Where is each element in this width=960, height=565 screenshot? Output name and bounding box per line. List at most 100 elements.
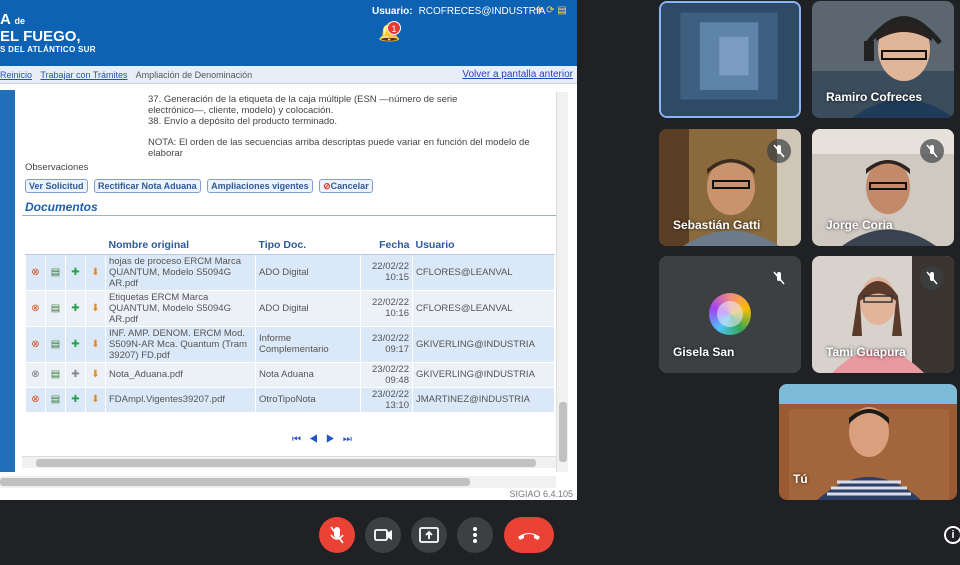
first-page-icon[interactable]: ⏮	[292, 434, 309, 445]
delete-icon[interactable]: ⊗	[31, 339, 39, 350]
header-usuario[interactable]: Usuario	[412, 236, 555, 255]
mic-off-icon	[330, 526, 344, 544]
cell-usuario: CFLORES@LEANVAL	[412, 289, 555, 327]
header-fecha[interactable]: Fecha	[360, 236, 413, 255]
ampliaciones-vigentes-button[interactable]: Ampliaciones vigentes	[207, 179, 313, 193]
view-document-icon[interactable]: ▤	[51, 394, 60, 405]
participant-tile-preview[interactable]	[659, 1, 801, 118]
prev-page-icon[interactable]: ◀	[309, 434, 326, 445]
cell-tipo: Nota Aduana	[255, 361, 361, 388]
notification-badge: 1	[387, 21, 401, 35]
cell-nombre[interactable]: INF. AMP. DENOM. ERCM Mod. S509N-AR Mca.…	[105, 325, 256, 363]
cell-usuario: CFLORES@LEANVAL	[412, 253, 555, 291]
view-document-icon[interactable]: ▤	[51, 369, 60, 380]
toggle-mic-button[interactable]	[319, 517, 355, 553]
table-row: ⊗ ▤ ✚ ⬇ Etiquetas ERCM Marca QUANTUM, Mo…	[25, 289, 555, 327]
table-row: ⊗ ▤ ✚ ⬇ FDAmpl.Vigentes39207.pdf OtroTip…	[25, 386, 555, 413]
more-options-button[interactable]	[457, 517, 493, 553]
view-document-icon[interactable]: ▤	[51, 303, 60, 314]
delete-icon[interactable]: ⊗	[31, 267, 39, 278]
cell-fecha: 23/02/22 09:17	[360, 325, 413, 363]
participant-tile-self[interactable]: Tú	[779, 384, 957, 500]
end-call-button[interactable]	[504, 517, 554, 553]
upload-icon[interactable]: ✚	[71, 267, 79, 278]
delete-icon[interactable]: ⊗	[31, 369, 39, 380]
cell-tipo: ADO Digital	[255, 289, 361, 327]
ver-solicitud-button[interactable]: Ver Solicitud	[25, 179, 88, 193]
cancelar-button[interactable]: ⊘Cancelar	[319, 179, 373, 193]
breadcrumb-reinicio[interactable]: Reinicio	[0, 70, 32, 80]
table-header-row: Nombre original Tipo Doc. Fecha Usuario	[25, 236, 555, 255]
participant-tile-gisela[interactable]: Gisela San	[659, 256, 801, 373]
mic-off-icon	[767, 266, 791, 290]
cell-nombre[interactable]: Etiquetas ERCM Marca QUANTUM, Modelo S50…	[105, 289, 256, 327]
last-page-icon[interactable]: ⏭	[343, 434, 360, 445]
participant-name: Tami Guapura	[826, 345, 906, 359]
delete-icon[interactable]: ⊗	[31, 303, 39, 314]
info-icon[interactable]: i	[944, 526, 960, 544]
table-row: ⊗ ▤ ✚ ⬇ hojas de proceso ERCM Marca QUAN…	[25, 253, 555, 291]
page-horizontal-scrollbar[interactable]	[0, 476, 556, 488]
horizontal-scrollbar[interactable]	[22, 456, 556, 468]
cell-tipo: ADO Digital	[255, 253, 361, 291]
app-version: SIGIAO 6.4.105	[509, 489, 573, 499]
pagination: ⏮◀▶⏭	[292, 434, 360, 445]
cell-nombre[interactable]: Nota_Aduana.pdf	[105, 361, 256, 388]
cell-fecha: 22/02/22 10:16	[360, 289, 413, 327]
delete-icon[interactable]: ⊗	[31, 394, 39, 405]
participant-name: Tú	[793, 472, 808, 486]
participant-tile-ramiro[interactable]: Ramiro Cofreces	[812, 1, 954, 118]
logo: A de EL FUEGO, S DEL ATLÁNTICO SUR	[0, 11, 96, 55]
table-row: ⊗ ▤ ✚ ⬇ INF. AMP. DENOM. ERCM Mod. S509N…	[25, 325, 555, 363]
app-header: A de EL FUEGO, S DEL ATLÁNTICO SUR Usuar…	[0, 0, 577, 66]
user-tools-icons[interactable]: ✈ ⟳ ▤	[535, 5, 567, 16]
mic-off-icon	[920, 139, 944, 163]
upload-icon[interactable]: ✚	[71, 339, 79, 350]
end-call-icon	[518, 533, 540, 540]
header-nombre[interactable]: Nombre original	[105, 236, 256, 255]
cell-nombre[interactable]: hojas de proceso ERCM Marca QUANTUM, Mod…	[105, 253, 256, 291]
participant-name: Ramiro Cofreces	[826, 90, 923, 104]
toggle-camera-button[interactable]	[365, 517, 401, 553]
observaciones-label: Observaciones	[25, 162, 89, 173]
breadcrumb-tramites[interactable]: Trabajar con Trámites	[40, 70, 127, 80]
upload-icon[interactable]: ✚	[71, 394, 79, 405]
download-icon[interactable]: ⬇	[91, 339, 99, 350]
avatar	[709, 293, 751, 335]
documents-divider	[22, 215, 556, 216]
header-tipo[interactable]: Tipo Doc.	[255, 236, 361, 255]
meet-window: A de EL FUEGO, S DEL ATLÁNTICO SUR Usuar…	[0, 0, 960, 565]
download-icon[interactable]: ⬇	[91, 267, 99, 278]
rectificar-nota-aduana-button[interactable]: Rectificar Nota Aduana	[93, 179, 201, 193]
cell-usuario: JMARTINEZ@INDUSTRIA	[412, 386, 555, 413]
user-info: Usuario: RCOFRECES@INDUSTRIA	[372, 6, 546, 17]
documents-table: Nombre original Tipo Doc. Fecha Usuario …	[25, 236, 555, 413]
camera-icon	[374, 529, 392, 541]
participant-name: Sebastián Gatti	[673, 218, 761, 232]
participant-name: Gisela San	[673, 345, 735, 359]
user-name: RCOFRECES@INDUSTRIA	[418, 6, 546, 17]
mic-off-icon	[767, 139, 791, 163]
next-page-icon[interactable]: ▶	[326, 434, 343, 445]
view-document-icon[interactable]: ▤	[51, 267, 60, 278]
cell-tipo: OtroTipoNota	[255, 386, 361, 413]
upload-icon[interactable]: ✚	[71, 369, 79, 380]
cell-fecha: 23/02/22 09:48	[360, 361, 413, 388]
download-icon[interactable]: ⬇	[91, 369, 99, 380]
present-screen-button[interactable]	[411, 517, 447, 553]
view-document-icon[interactable]: ▤	[51, 339, 60, 350]
breadcrumb: Reinicio Trabajar con Trámites Ampliació…	[0, 66, 577, 84]
process-steps: 37. Generación de la etiqueta de la caja…	[148, 94, 556, 159]
download-icon[interactable]: ⬇	[91, 303, 99, 314]
participant-tile-jorge[interactable]: Jorge Coria	[812, 129, 954, 246]
back-link[interactable]: Volver a pantalla anterior	[462, 66, 573, 84]
participant-tile-tami[interactable]: Tami Guapura	[812, 256, 954, 373]
steps-note: NOTA: El orden de las secuencias arriba …	[148, 137, 530, 159]
participant-tile-sebastian[interactable]: Sebastián Gatti	[659, 129, 801, 246]
vertical-scrollbar[interactable]	[556, 92, 568, 472]
action-buttons: Ver Solicitud Rectificar Nota Aduana Amp…	[25, 176, 375, 194]
download-icon[interactable]: ⬇	[91, 394, 99, 405]
cell-nombre[interactable]: FDAmpl.Vigentes39207.pdf	[105, 386, 256, 413]
documents-title: Documentos	[25, 200, 98, 214]
upload-icon[interactable]: ✚	[71, 303, 79, 314]
